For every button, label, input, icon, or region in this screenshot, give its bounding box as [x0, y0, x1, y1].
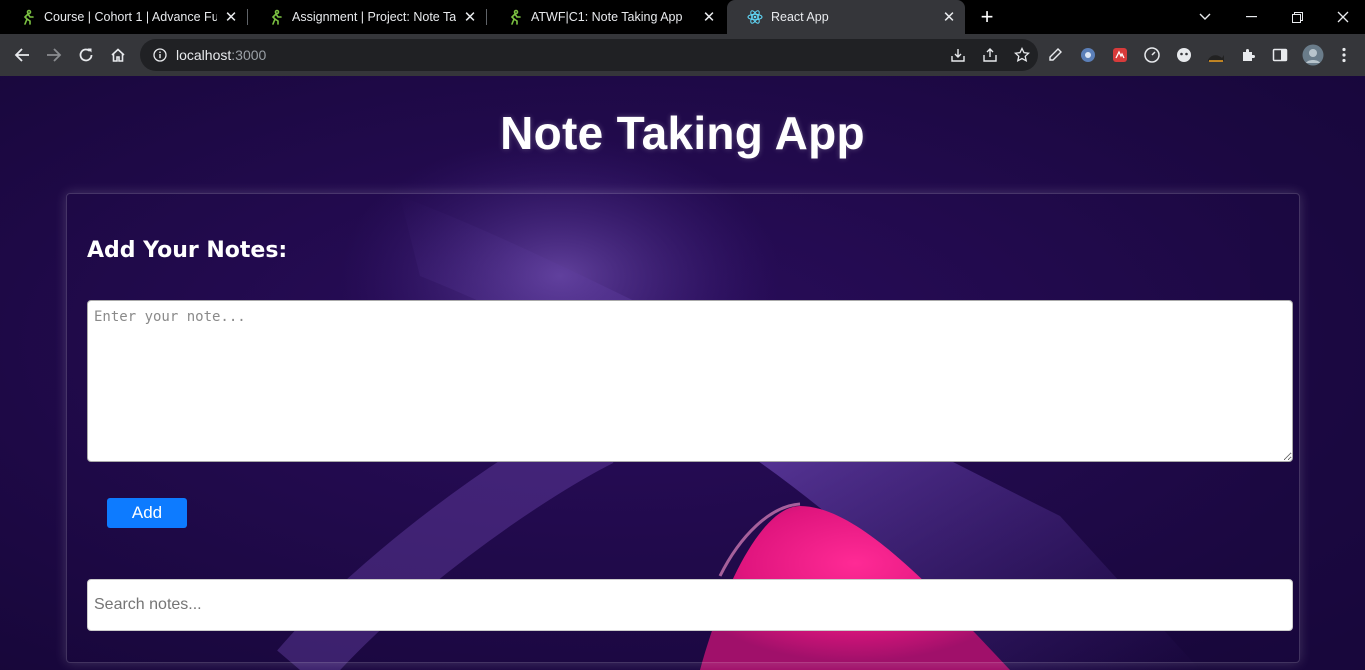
runner-icon: [20, 9, 36, 25]
react-icon: [747, 9, 763, 25]
runner-icon: [268, 9, 284, 25]
tab-title: Assignment | Project: Note Taking: [292, 10, 456, 24]
new-tab-plus-icon[interactable]: +: [976, 6, 998, 28]
minimize-icon[interactable]: [1228, 0, 1274, 34]
reload-icon[interactable]: [72, 41, 100, 69]
app-title: Note Taking App: [500, 107, 865, 159]
tab-close-icon[interactable]: ✕: [223, 9, 239, 26]
page-viewport: Note Taking App Add Your Notes: Add: [0, 76, 1365, 670]
address-bar[interactable]: localhost:3000: [140, 39, 1038, 71]
home-icon[interactable]: [104, 41, 132, 69]
tab-close-icon[interactable]: ✕: [462, 9, 478, 26]
bookmark-star-icon[interactable]: [1006, 39, 1038, 71]
restore-icon[interactable]: [1274, 0, 1320, 34]
tab-close-icon[interactable]: ✕: [941, 9, 957, 26]
close-window-icon[interactable]: [1320, 0, 1365, 34]
tab-title: Course | Cohort 1 | Advance Full Stack: [44, 10, 217, 24]
tab-title: React App: [771, 10, 829, 24]
menu-dots-icon[interactable]: [1335, 46, 1353, 64]
profile-avatar[interactable]: [1302, 44, 1324, 66]
extension-red-icon[interactable]: [1111, 46, 1129, 64]
notes-card: Add Your Notes: Add: [66, 193, 1300, 663]
browser-tab[interactable]: Assignment | Project: Note Taking ✕: [248, 0, 486, 34]
browser-tab[interactable]: ATWF|C1: Note Taking App ✕: [487, 0, 725, 34]
url-host: localhost: [176, 47, 232, 63]
add-notes-heading: Add Your Notes:: [87, 238, 288, 263]
url-text: localhost:3000: [176, 47, 266, 63]
extensions-puzzle-icon[interactable]: [1239, 46, 1257, 64]
note-textarea[interactable]: [87, 300, 1293, 462]
share-icon[interactable]: [974, 39, 1006, 71]
runner-icon: [507, 9, 523, 25]
url-port: :3000: [231, 47, 267, 63]
side-panel-icon[interactable]: [1271, 46, 1289, 64]
extension-cat-icon[interactable]: [1207, 46, 1225, 64]
extension-gauge-icon[interactable]: [1143, 46, 1161, 64]
add-note-button[interactable]: Add: [107, 498, 187, 528]
search-notes-input[interactable]: [87, 579, 1293, 631]
back-arrow-icon[interactable]: [8, 41, 36, 69]
eyedropper-extension-icon[interactable]: [1046, 46, 1064, 64]
browser-tab[interactable]: Course | Cohort 1 | Advance Full Stack ✕: [0, 0, 247, 34]
forward-arrow-icon[interactable]: [40, 41, 68, 69]
site-info-icon[interactable]: [144, 48, 176, 62]
tab-close-icon[interactable]: ✕: [701, 9, 717, 26]
browser-toolbar: localhost:3000: [0, 34, 1365, 76]
tab-search-chevron-icon[interactable]: [1182, 0, 1228, 34]
browser-tab-active[interactable]: React App ✕: [727, 0, 965, 34]
extension-face-icon[interactable]: [1175, 46, 1193, 64]
install-app-icon[interactable]: [942, 39, 974, 71]
tab-title: ATWF|C1: Note Taking App: [531, 10, 683, 24]
browser-tab-strip: Course | Cohort 1 | Advance Full Stack ✕…: [0, 0, 1365, 34]
extension-circle-icon[interactable]: [1079, 46, 1097, 64]
